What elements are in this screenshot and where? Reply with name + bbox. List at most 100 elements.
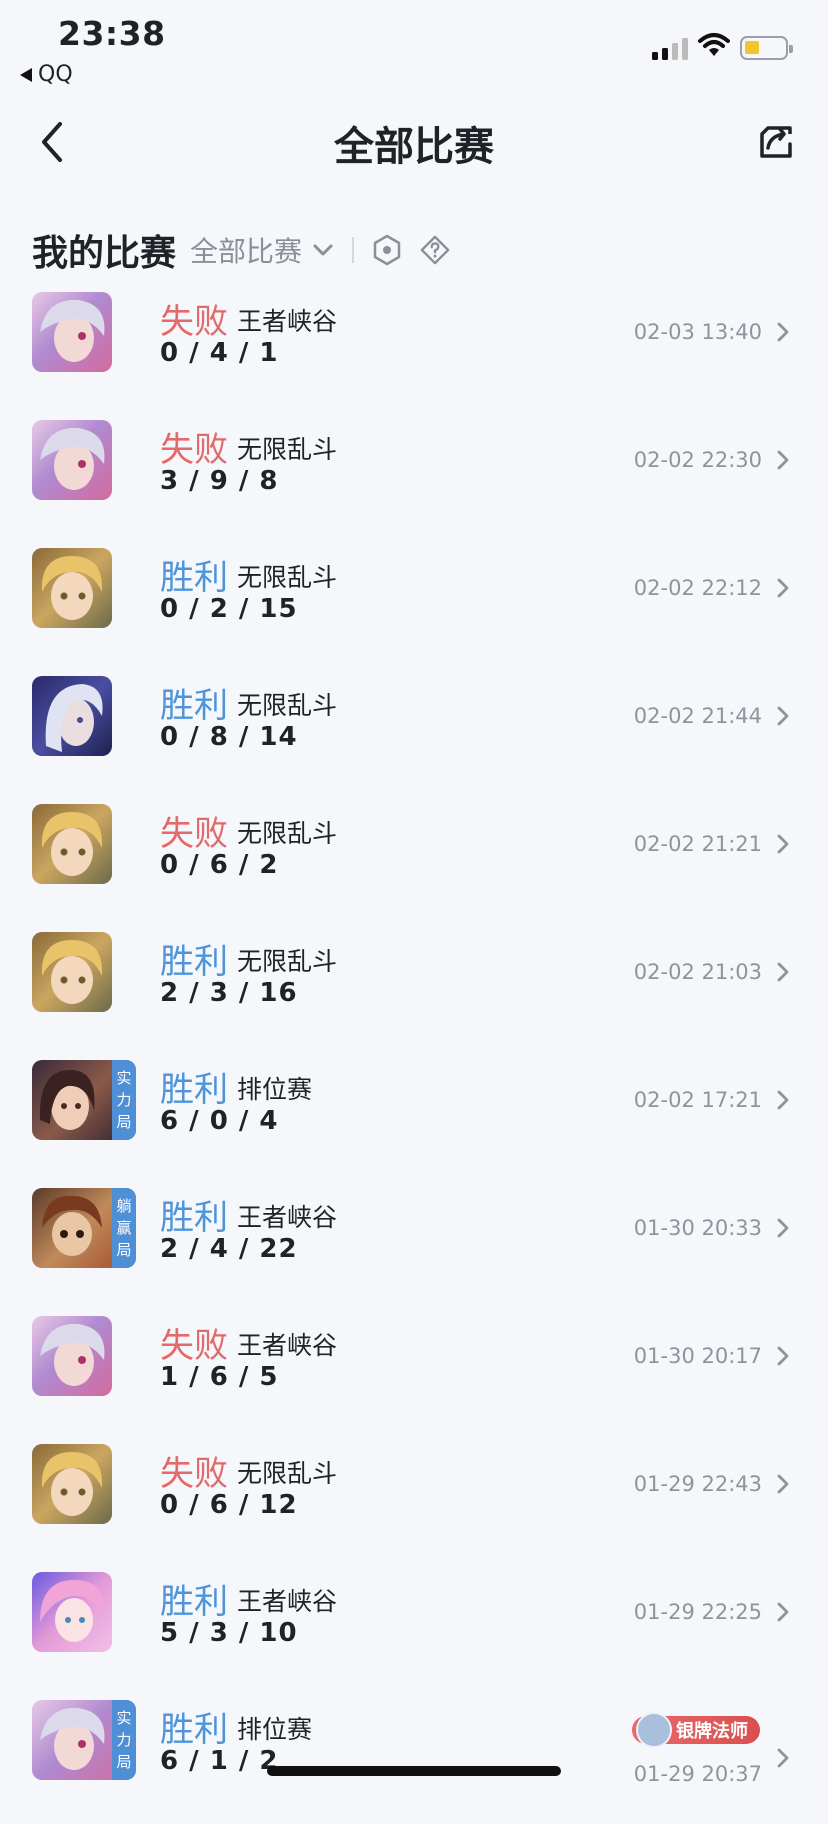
match-mode: 无限乱斗 <box>237 691 338 720</box>
hexagon-settings-icon[interactable] <box>372 234 402 266</box>
status-time: 23:38 <box>58 14 166 53</box>
chevron-right-icon <box>777 1602 789 1622</box>
match-time: 02-02 21:03 <box>633 960 762 984</box>
hero-avatar <box>32 548 112 628</box>
match-time: 01-29 22:43 <box>633 1472 762 1496</box>
match-tag: 实力局 <box>112 1700 136 1780</box>
match-kda: 6 / 0 / 4 <box>160 1106 279 1136</box>
home-indicator[interactable] <box>267 1766 561 1776</box>
match-mode: 王者峡谷 <box>237 1203 338 1232</box>
chevron-right-icon <box>777 322 789 342</box>
rank-badge-label: 银牌法师 <box>676 1721 748 1742</box>
match-row[interactable]: 躺赢局 胜利 王者峡谷 2 / 4 / 22 01-30 20:33 <box>0 1184 828 1312</box>
chevron-right-icon <box>777 706 789 726</box>
match-result: 胜利 <box>160 942 228 982</box>
match-mode: 王者峡谷 <box>237 1331 338 1360</box>
page-title: 全部比赛 <box>334 124 494 170</box>
match-result: 失败 <box>160 814 228 854</box>
match-row[interactable]: 失败 王者峡谷 0 / 4 / 1 02-03 13:40 <box>0 288 828 416</box>
chevron-right-icon <box>777 1748 789 1768</box>
hero-avatar <box>32 292 112 372</box>
back-to-app[interactable]: QQ <box>20 62 73 87</box>
battery-icon <box>740 36 793 60</box>
match-filter-dropdown[interactable]: 全部比赛 <box>190 230 334 270</box>
chevron-right-icon <box>777 1346 789 1366</box>
cellular-signal-icon <box>652 38 688 60</box>
match-mode: 王者峡谷 <box>237 1587 338 1616</box>
match-time: 01-29 20:37 <box>633 1762 762 1786</box>
hero-avatar <box>32 420 112 500</box>
match-row[interactable]: 失败 无限乱斗 3 / 9 / 8 02-02 22:30 <box>0 416 828 544</box>
share-icon[interactable] <box>756 122 796 162</box>
match-mode: 无限乱斗 <box>237 947 338 976</box>
match-kda: 2 / 4 / 22 <box>160 1234 298 1264</box>
match-row[interactable]: 胜利 无限乱斗 2 / 3 / 16 02-02 21:03 <box>0 928 828 1056</box>
match-kda: 1 / 6 / 5 <box>160 1362 279 1392</box>
match-result: 失败 <box>160 302 228 342</box>
match-result: 失败 <box>160 1454 228 1494</box>
match-tag: 实力局 <box>112 1060 136 1140</box>
match-kda: 0 / 4 / 1 <box>160 338 279 368</box>
wifi-icon <box>698 33 730 56</box>
chevron-right-icon <box>777 450 789 470</box>
match-row[interactable]: 实力局 胜利 排位赛 6 / 0 / 4 02-02 17:21 <box>0 1056 828 1184</box>
match-list: 失败 王者峡谷 0 / 4 / 1 02-03 13:40 失败 无限乱斗 3 … <box>0 288 828 1824</box>
match-row[interactable]: 实力局 胜利 排位赛 6 / 1 / 2 银牌法师 01-29 20:37 <box>0 1696 828 1824</box>
match-tag: 躺赢局 <box>112 1188 136 1268</box>
match-result: 胜利 <box>160 558 228 598</box>
match-kda: 5 / 3 / 10 <box>160 1618 298 1648</box>
match-kda: 3 / 9 / 8 <box>160 466 279 496</box>
hero-avatar <box>32 676 112 756</box>
chevron-right-icon <box>777 962 789 982</box>
match-kda: 6 / 1 / 2 <box>160 1746 279 1776</box>
match-mode: 排位赛 <box>237 1075 313 1104</box>
match-kda: 0 / 6 / 12 <box>160 1490 298 1520</box>
match-row[interactable]: 失败 王者峡谷 1 / 6 / 5 01-30 20:17 <box>0 1312 828 1440</box>
navigation-header: 全部比赛 <box>0 100 828 184</box>
match-row[interactable]: 失败 无限乱斗 0 / 6 / 12 01-29 22:43 <box>0 1440 828 1568</box>
hero-avatar <box>32 1444 112 1524</box>
match-time: 02-02 21:44 <box>633 704 762 728</box>
match-time: 01-30 20:17 <box>633 1344 762 1368</box>
chevron-right-icon <box>777 834 789 854</box>
hero-avatar <box>32 804 112 884</box>
divider <box>352 237 355 263</box>
chevron-right-icon <box>777 1474 789 1494</box>
match-mode: 无限乱斗 <box>237 563 338 592</box>
match-mode: 无限乱斗 <box>237 819 338 848</box>
match-row[interactable]: 胜利 王者峡谷 5 / 3 / 10 01-29 22:25 <box>0 1568 828 1696</box>
back-app-label: QQ <box>38 62 73 87</box>
hero-avatar <box>32 1572 112 1652</box>
match-result: 失败 <box>160 430 228 470</box>
match-result: 胜利 <box>160 686 228 726</box>
match-time: 02-02 21:21 <box>633 832 762 856</box>
match-time: 01-30 20:33 <box>633 1216 762 1240</box>
match-mode: 无限乱斗 <box>237 435 338 464</box>
match-kda: 0 / 8 / 14 <box>160 722 298 752</box>
section-title: 我的比赛 <box>32 233 177 274</box>
hero-avatar: 实力局 <box>32 1700 136 1780</box>
match-time: 02-02 22:12 <box>633 576 762 600</box>
match-time: 01-29 22:25 <box>633 1600 762 1624</box>
match-result: 胜利 <box>160 1198 228 1238</box>
help-diamond-icon[interactable] <box>420 234 450 266</box>
match-time: 02-03 13:40 <box>633 320 762 344</box>
match-time: 02-02 17:21 <box>633 1088 762 1112</box>
chevron-right-icon <box>777 578 789 598</box>
match-result: 失败 <box>160 1326 228 1366</box>
match-mode: 王者峡谷 <box>237 307 338 336</box>
match-mode: 无限乱斗 <box>237 1459 338 1488</box>
match-row[interactable]: 胜利 无限乱斗 0 / 2 / 15 02-02 22:12 <box>0 544 828 672</box>
star-medal-icon <box>636 1712 672 1748</box>
match-result: 胜利 <box>160 1710 228 1750</box>
my-matches-header: 我的比赛 全部比赛 <box>32 224 450 276</box>
status-bar: 23:38 QQ <box>0 0 828 92</box>
match-row[interactable]: 失败 无限乱斗 0 / 6 / 2 02-02 21:21 <box>0 800 828 928</box>
match-kda: 0 / 2 / 15 <box>160 594 298 624</box>
chevron-down-icon <box>313 244 333 256</box>
hero-avatar: 实力局 <box>32 1060 136 1140</box>
match-result: 胜利 <box>160 1582 228 1622</box>
hero-avatar <box>32 932 112 1012</box>
match-mode: 排位赛 <box>237 1715 313 1744</box>
match-row[interactable]: 胜利 无限乱斗 0 / 8 / 14 02-02 21:44 <box>0 672 828 800</box>
